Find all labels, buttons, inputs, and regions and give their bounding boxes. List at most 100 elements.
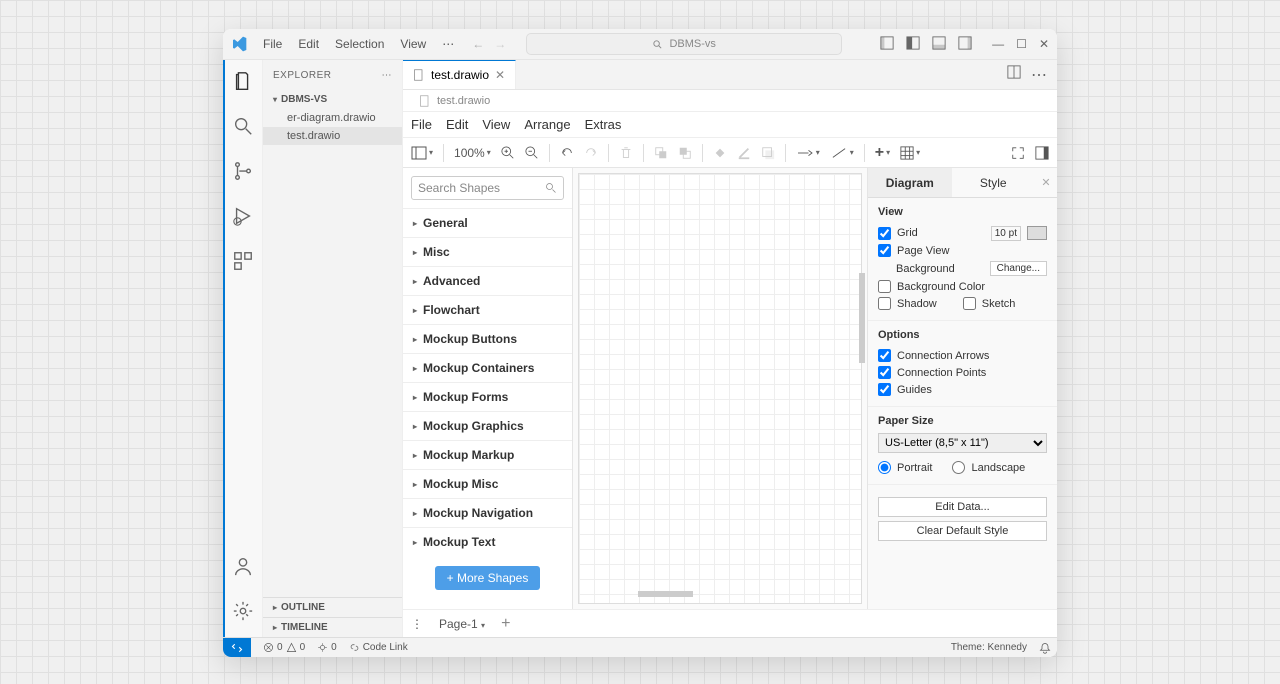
shape-category[interactable]: ▸Misc xyxy=(403,237,572,266)
waypoints-icon[interactable]: ▾ xyxy=(830,146,854,160)
panel-bottom-icon[interactable] xyxy=(932,36,946,53)
search-shapes-input[interactable]: Search Shapes xyxy=(411,176,564,200)
file-item[interactable]: test.drawio xyxy=(263,127,402,145)
fullscreen-icon[interactable] xyxy=(1011,146,1025,160)
toggle-sidebar-icon[interactable]: ▾ xyxy=(411,145,433,161)
to-front-icon[interactable] xyxy=(654,146,668,160)
shadow-checkbox[interactable] xyxy=(878,297,891,310)
layout-icon[interactable] xyxy=(880,36,894,53)
portrait-radio[interactable] xyxy=(878,461,891,474)
menu-selection[interactable]: Selection xyxy=(327,37,392,51)
debug-icon[interactable] xyxy=(232,205,254,232)
menu-view[interactable]: View xyxy=(392,37,434,51)
shape-category[interactable]: ▸Mockup Containers xyxy=(403,353,572,382)
grid-checkbox[interactable] xyxy=(878,227,891,240)
line-color-icon[interactable] xyxy=(737,146,751,160)
tab-diagram[interactable]: Diagram xyxy=(868,168,952,197)
fill-color-icon[interactable] xyxy=(713,146,727,160)
zoom-in-icon[interactable] xyxy=(501,146,515,160)
shape-category[interactable]: ▸Flowchart xyxy=(403,295,572,324)
panel-toggle-icon[interactable] xyxy=(906,36,920,53)
drawing-canvas[interactable] xyxy=(578,173,862,604)
minimize-icon[interactable]: — xyxy=(992,37,1004,51)
account-icon[interactable] xyxy=(232,555,254,582)
format-panel-icon[interactable] xyxy=(1035,146,1049,160)
codelink-indicator[interactable]: Code Link xyxy=(343,642,414,653)
remote-indicator[interactable] xyxy=(223,638,251,657)
conn-arrows-checkbox[interactable] xyxy=(878,349,891,362)
to-back-icon[interactable] xyxy=(678,146,692,160)
shape-category[interactable]: ▸Mockup Forms xyxy=(403,382,572,411)
theme-indicator[interactable]: Theme: Kennedy xyxy=(945,642,1033,653)
grid-size-input[interactable]: 10 pt xyxy=(991,226,1021,241)
shape-category[interactable]: ▸Mockup Text xyxy=(403,527,572,556)
redo-icon[interactable] xyxy=(584,146,598,160)
pages-menu-icon[interactable]: ⋮ xyxy=(411,617,423,631)
breadcrumb-item[interactable]: test.drawio xyxy=(437,95,490,107)
shape-category[interactable]: ▸Mockup Markup xyxy=(403,440,572,469)
extensions-icon[interactable] xyxy=(232,250,254,277)
add-page-button[interactable]: + xyxy=(501,615,510,633)
change-background-button[interactable]: Change... xyxy=(990,261,1047,276)
problems-indicator[interactable]: 0 0 xyxy=(257,642,311,653)
ports-indicator[interactable]: 0 xyxy=(311,642,343,653)
menu-edit[interactable]: Edit xyxy=(290,37,327,51)
shadow-icon[interactable] xyxy=(761,146,775,160)
project-header[interactable]: ▾DBMS-VS xyxy=(263,90,402,109)
shape-category[interactable]: ▸Mockup Navigation xyxy=(403,498,572,527)
shape-category[interactable]: ▸General xyxy=(403,208,572,237)
connection-icon[interactable]: ▾ xyxy=(796,146,820,160)
paper-size-select[interactable]: US-Letter (8,5" x 11") xyxy=(878,433,1047,453)
editor-more-icon[interactable]: ⋯ xyxy=(1031,65,1047,85)
panel-close-icon[interactable]: ✕ xyxy=(1035,168,1057,197)
panel-right-icon[interactable] xyxy=(958,36,972,53)
delete-icon[interactable] xyxy=(619,146,633,160)
nav-fwd-icon[interactable]: → xyxy=(494,37,506,51)
pageview-checkbox[interactable] xyxy=(878,244,891,257)
drawio-menu-arrange[interactable]: Arrange xyxy=(524,117,570,132)
drawio-menu-view[interactable]: View xyxy=(482,117,510,132)
more-shapes-button[interactable]: + More Shapes xyxy=(435,566,541,590)
nav-back-icon[interactable]: ← xyxy=(472,37,484,51)
shape-category[interactable]: ▸Mockup Graphics xyxy=(403,411,572,440)
shape-category[interactable]: ▸Mockup Misc xyxy=(403,469,572,498)
guides-checkbox[interactable] xyxy=(878,383,891,396)
outline-section[interactable]: ▸OUTLINE xyxy=(263,597,402,617)
search-icon[interactable] xyxy=(232,115,254,142)
zoom-level[interactable]: 100% ▾ xyxy=(454,146,491,160)
tab-style[interactable]: Style xyxy=(952,168,1036,197)
edit-data-button[interactable]: Edit Data... xyxy=(878,497,1047,517)
drawio-menu-edit[interactable]: Edit xyxy=(446,117,468,132)
undo-icon[interactable] xyxy=(560,146,574,160)
landscape-radio[interactable] xyxy=(952,461,965,474)
grid-color-picker[interactable] xyxy=(1027,226,1047,240)
command-center[interactable]: DBMS-vs xyxy=(526,33,842,55)
editor-tab[interactable]: test.drawio ✕ xyxy=(403,60,516,89)
split-editor-icon[interactable] xyxy=(1007,65,1021,85)
page-tab[interactable]: Page-1 ▾ xyxy=(433,615,491,633)
tab-close-icon[interactable]: ✕ xyxy=(495,68,505,82)
shape-category[interactable]: ▸Advanced xyxy=(403,266,572,295)
file-item[interactable]: er-diagram.drawio xyxy=(263,109,402,127)
insert-icon[interactable]: + ▾ xyxy=(875,144,890,162)
table-icon[interactable]: ▾ xyxy=(900,146,920,160)
conn-points-checkbox[interactable] xyxy=(878,366,891,379)
explorer-icon[interactable] xyxy=(232,70,254,97)
clear-style-button[interactable]: Clear Default Style xyxy=(878,521,1047,541)
settings-icon[interactable] xyxy=(232,600,254,627)
zoom-out-icon[interactable] xyxy=(525,146,539,160)
drawio-menu-file[interactable]: File xyxy=(411,117,432,132)
horizontal-scrollbar[interactable] xyxy=(578,589,857,599)
menu-more-icon[interactable]: ⋯ xyxy=(434,37,462,51)
vertical-scrollbar[interactable] xyxy=(857,173,867,589)
bgcolor-checkbox[interactable] xyxy=(878,280,891,293)
drawio-menu-extras[interactable]: Extras xyxy=(585,117,622,132)
sketch-checkbox[interactable] xyxy=(963,297,976,310)
timeline-section[interactable]: ▸TIMELINE xyxy=(263,617,402,637)
explorer-more-icon[interactable]: ⋯ xyxy=(382,70,393,81)
menu-file[interactable]: File xyxy=(255,37,290,51)
source-control-icon[interactable] xyxy=(232,160,254,187)
close-icon[interactable]: ✕ xyxy=(1039,37,1049,51)
shape-category[interactable]: ▸Mockup Buttons xyxy=(403,324,572,353)
notifications-icon[interactable] xyxy=(1033,642,1057,654)
